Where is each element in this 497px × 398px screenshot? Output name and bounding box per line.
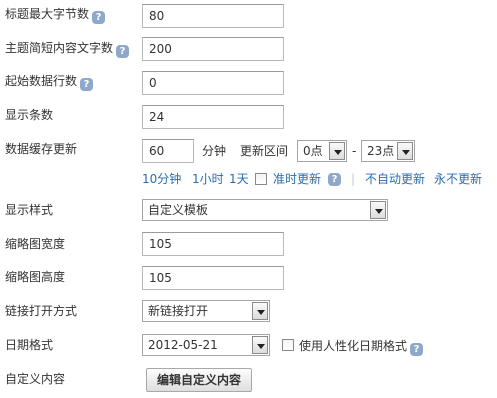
cache-1hour-link[interactable]: 1小时 (192, 171, 224, 187)
link-open-value: 新链接打开 (148, 304, 209, 318)
cache-10min-link[interactable]: 10分钟 (142, 171, 181, 187)
cache-from-select[interactable]: 0点 (297, 140, 347, 162)
start-row-label: 起始数据行数? (5, 73, 94, 91)
thumb-width-label: 缩略图宽度 (5, 237, 66, 251)
on-time-update-label[interactable]: 准时更新 (273, 171, 321, 187)
chevron-down-icon[interactable] (397, 142, 413, 160)
display-count-input[interactable]: 24 (142, 105, 284, 129)
thumb-height-input[interactable]: 105 (142, 266, 284, 290)
cache-to-value: 23点 (367, 144, 395, 158)
cache-1day-link[interactable]: 1天 (229, 171, 249, 187)
never-update-link[interactable]: 永不更新 (434, 171, 482, 187)
display-style-select[interactable]: 自定义模板 (142, 199, 388, 221)
help-icon[interactable]: ? (116, 45, 130, 58)
custom-content-label: 自定义内容 (5, 372, 66, 386)
link-open-label: 链接打开方式 (5, 304, 78, 318)
label-text: 起始数据行数 (5, 74, 78, 88)
cache-from-value: 0点 (303, 144, 323, 158)
title-max-bytes-label: 标题最大字节数? (5, 6, 106, 24)
chevron-down-icon[interactable] (370, 201, 386, 219)
display-style-value: 自定义模板 (148, 203, 209, 217)
date-format-label: 日期格式 (5, 338, 54, 352)
cache-to-select[interactable]: 23点 (361, 140, 415, 162)
thumb-width-input[interactable]: 105 (142, 232, 284, 256)
summary-length-input[interactable]: 200 (142, 37, 284, 61)
cache-range-dash: - (352, 144, 357, 158)
on-time-update-checkbox[interactable] (255, 173, 267, 185)
humanize-date-label: 使用人性化日期格式? (299, 338, 424, 356)
date-format-value: 2012-05-21 (148, 338, 218, 352)
cache-label: 数据缓存更新 (5, 142, 78, 156)
date-format-select[interactable]: 2012-05-21 (142, 334, 270, 356)
no-auto-update-link[interactable]: 不自动更新 (365, 171, 425, 187)
link-open-select[interactable]: 新链接打开 (142, 300, 270, 322)
summary-length-label: 主题简短内容文字数? (5, 40, 130, 58)
label-text: 标题最大字节数 (5, 7, 90, 21)
chevron-down-icon[interactable] (329, 142, 345, 160)
cache-minutes-input[interactable]: 60 (142, 139, 194, 163)
help-icon[interactable]: ? (328, 173, 341, 186)
thumb-height-label: 缩略图高度 (5, 270, 66, 284)
display-style-label: 显示样式 (5, 203, 54, 217)
label-text: 主题简短内容文字数 (5, 41, 114, 55)
edit-custom-content-button[interactable]: 编辑自定义内容 (146, 368, 252, 392)
cache-unit: 分钟 (202, 144, 227, 158)
help-icon[interactable]: ? (92, 11, 106, 24)
separator: | (351, 172, 356, 186)
start-row-input[interactable]: 0 (142, 71, 284, 95)
humanize-date-text: 使用人性化日期格式 (299, 339, 408, 353)
cache-range-label: 更新区间 (240, 144, 289, 158)
humanize-date-checkbox[interactable] (282, 339, 294, 351)
display-count-label: 显示条数 (5, 108, 54, 122)
chevron-down-icon[interactable] (252, 302, 268, 320)
help-icon[interactable]: ? (410, 343, 424, 356)
help-icon[interactable]: ? (80, 78, 94, 91)
chevron-down-icon[interactable] (252, 336, 268, 354)
title-max-bytes-input[interactable]: 80 (142, 4, 284, 28)
